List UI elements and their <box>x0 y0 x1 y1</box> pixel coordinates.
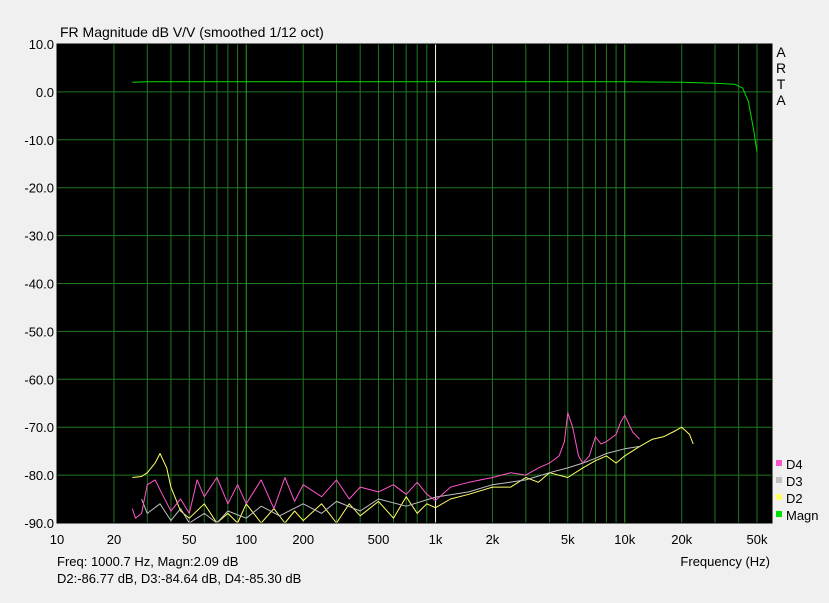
fr-magnitude-chart[interactable]: FR Magnitude dB V/V (smoothed 1/12 oct) … <box>0 0 829 598</box>
y-tick-label: 10.0 <box>29 37 54 52</box>
y-tick-label: -60.0 <box>24 372 54 387</box>
x-tick-label: 10 <box>50 532 64 547</box>
legend-label-magn: Magn <box>786 508 819 523</box>
x-tick-label: 20k <box>671 532 692 547</box>
legend-swatch-d3 <box>776 477 782 483</box>
y-tick-label: -70.0 <box>24 420 54 435</box>
arta-chart-window: FR Magnitude dB V/V (smoothed 1/12 oct) … <box>0 0 829 598</box>
x-tick-label: 2k <box>486 532 500 547</box>
x-tick-label: 500 <box>368 532 390 547</box>
x-tick-label: 1k <box>429 532 443 547</box>
legend-swatch-d4 <box>776 460 782 466</box>
y-tick-label: -50.0 <box>24 324 54 339</box>
y-tick-label: -80.0 <box>24 468 54 483</box>
legend-label-d4: D4 <box>786 457 803 472</box>
legend-swatch-d2 <box>776 494 782 500</box>
arta-brand-letters: ARTA <box>776 44 786 108</box>
x-axis-label: Frequency (Hz) <box>680 554 770 569</box>
brand-letter: R <box>776 60 786 76</box>
x-tick-labels: 10 20 50 100 200 500 1k 2k 5k 10k 20k 50k <box>50 532 768 547</box>
x-tick-label: 20 <box>107 532 121 547</box>
legend-label-d2: D2 <box>786 491 803 506</box>
x-tick-label: 10k <box>614 532 635 547</box>
legend: D4 D3 D2 Magn <box>776 457 819 523</box>
y-tick-label: -90.0 <box>24 516 54 531</box>
readout-line-2: D2:-86.77 dB, D3:-84.64 dB, D4:-85.30 dB <box>57 571 301 586</box>
x-tick-label: 200 <box>292 532 314 547</box>
y-tick-labels: 10.0 0.0 -10.0 -20.0 -30.0 -40.0 -50.0 -60.0 -70… <box>24 37 54 531</box>
readout-line-1: Freq: 1000.7 Hz, Magn:2.09 dB <box>57 554 238 569</box>
y-tick-label: -40.0 <box>24 277 54 292</box>
x-tick-label: 50 <box>182 532 196 547</box>
y-tick-label: -30.0 <box>24 229 54 244</box>
chart-title: FR Magnitude dB V/V (smoothed 1/12 oct) <box>60 24 324 40</box>
x-tick-label: 5k <box>561 532 575 547</box>
brand-letter: A <box>776 44 786 60</box>
x-tick-label: 50k <box>747 532 768 547</box>
y-tick-label: -20.0 <box>24 181 54 196</box>
x-tick-label: 100 <box>235 532 257 547</box>
brand-letter: A <box>776 92 786 108</box>
y-tick-label: 0.0 <box>36 85 54 100</box>
legend-label-d3: D3 <box>786 474 803 489</box>
brand-letter: T <box>777 76 786 92</box>
y-tick-label: -10.0 <box>24 133 54 148</box>
legend-swatch-magn <box>776 511 782 517</box>
